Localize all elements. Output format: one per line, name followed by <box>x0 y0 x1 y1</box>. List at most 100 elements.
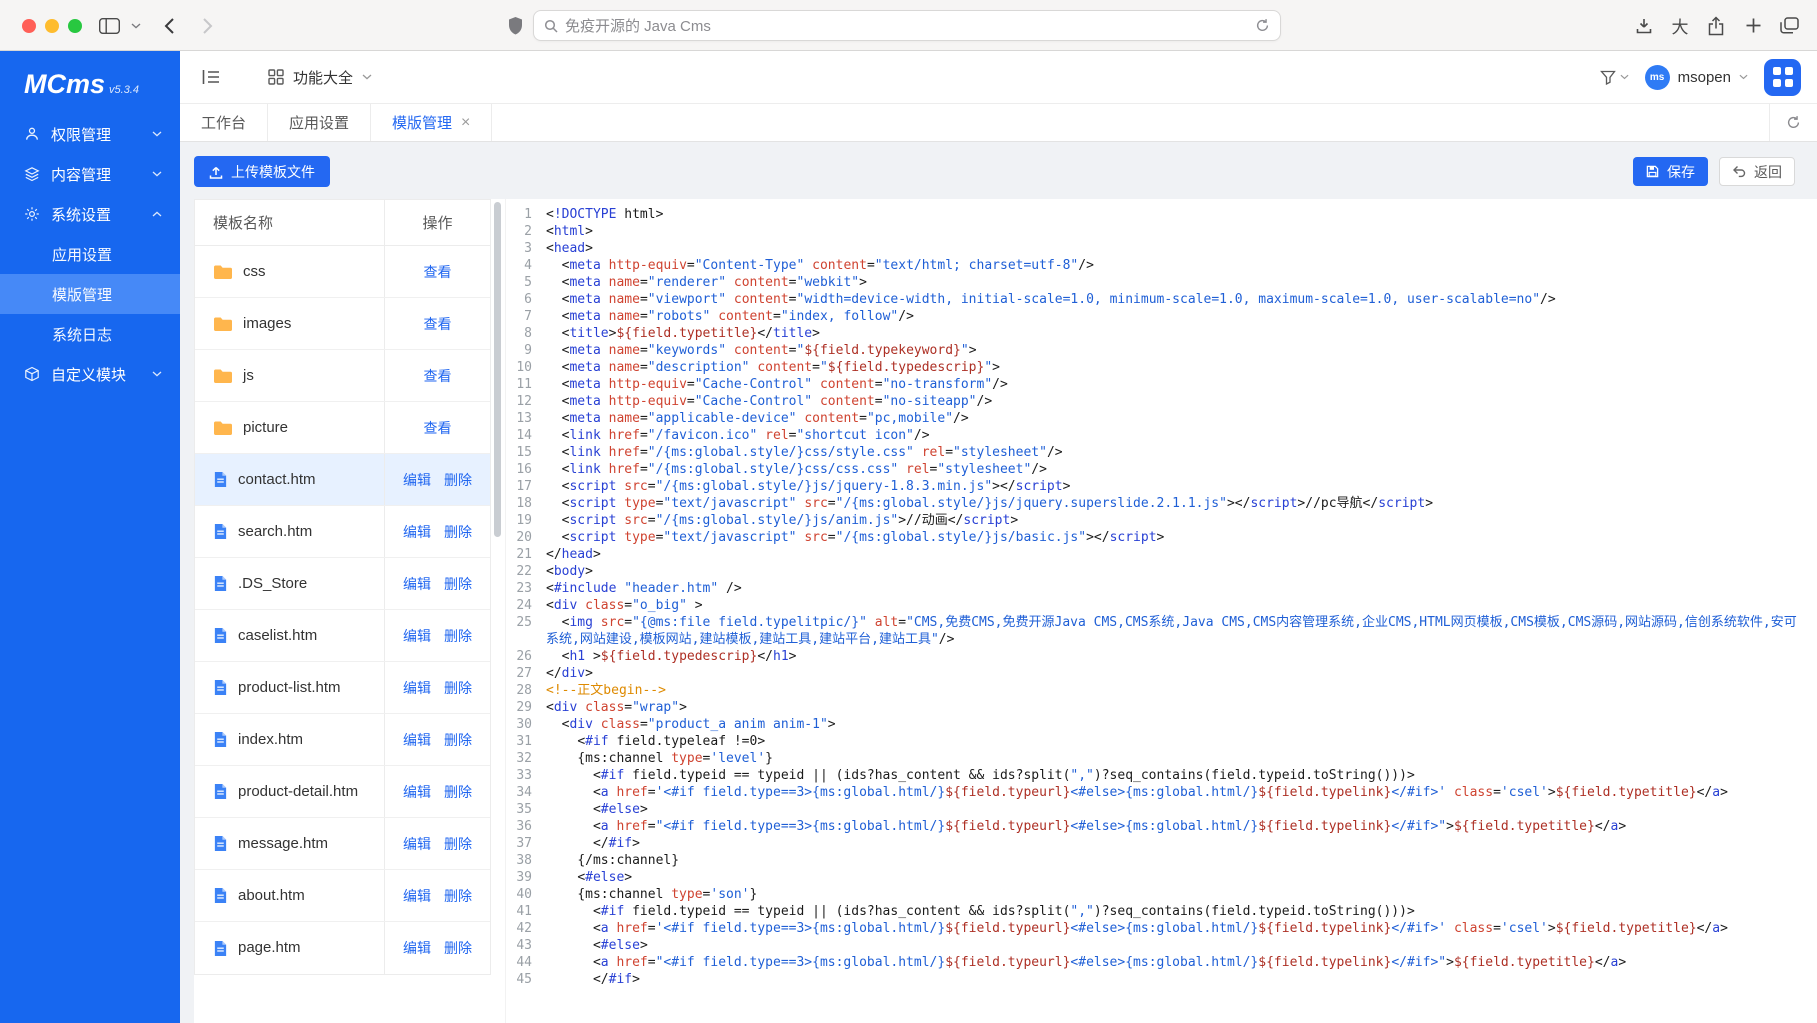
view-link[interactable]: 查看 <box>424 418 452 438</box>
table-row[interactable]: product-detail.htm编辑删除 <box>195 766 490 818</box>
code-line: <meta name="keywords" content="${field.t… <box>546 342 1817 359</box>
table-row[interactable]: css 查看 <box>195 246 490 298</box>
view-link[interactable]: 查看 <box>424 262 452 282</box>
tab-0[interactable]: 工作台 <box>180 104 268 141</box>
view-link[interactable]: 查看 <box>424 314 452 334</box>
table-row[interactable]: page.htm编辑删除 <box>195 922 490 974</box>
delete-link[interactable]: 删除 <box>444 574 472 594</box>
line-number: 45 <box>506 971 546 988</box>
table-row[interactable]: caselist.htm编辑删除 <box>195 610 490 662</box>
code-line: {ms:channel type='level'} <box>546 750 1817 767</box>
delete-link[interactable]: 删除 <box>444 886 472 906</box>
privacy-shield-icon[interactable] <box>503 0 527 51</box>
address-bar[interactable]: 免疫开源的 Java Cms <box>533 10 1281 41</box>
table-row[interactable]: about.htm编辑删除 <box>195 870 490 922</box>
filter-menu[interactable] <box>1600 70 1629 85</box>
share-icon[interactable] <box>1704 0 1728 51</box>
table-row[interactable]: search.htm编辑删除 <box>195 506 490 558</box>
reload-icon[interactable] <box>1255 18 1270 33</box>
code-editor[interactable]: 1<!DOCTYPE html>2<html>3<head>4 <meta ht… <box>505 199 1817 1023</box>
tabs-overview-icon[interactable] <box>1777 0 1801 51</box>
delete-link[interactable]: 删除 <box>444 470 472 490</box>
table-row[interactable]: js 查看 <box>195 350 490 402</box>
browser-window: 免疫开源的 Java Cms 大 MCms v5.3.4 权限管理内容管理系统设… <box>0 0 1817 1023</box>
tab-2[interactable]: 模版管理× <box>371 104 492 141</box>
feature-menu[interactable]: 功能大全 <box>268 67 372 88</box>
minimize-window-button[interactable] <box>45 19 59 33</box>
text-size-icon[interactable]: 大 <box>1668 0 1692 51</box>
edit-link[interactable]: 编辑 <box>403 886 431 906</box>
editor-line: 13 <meta name="applicable-device" conten… <box>506 410 1817 427</box>
delete-link[interactable]: 删除 <box>444 626 472 646</box>
close-icon[interactable]: × <box>461 115 470 131</box>
forward-icon[interactable] <box>196 0 218 51</box>
table-row[interactable]: contact.htm编辑删除 <box>195 454 490 506</box>
zoom-window-button[interactable] <box>68 19 82 33</box>
table-row[interactable]: images查看 <box>195 298 490 350</box>
code-line: <#else> <box>546 937 1817 954</box>
code-line: </head> <box>546 546 1817 563</box>
actions-cell: 编辑删除 <box>385 714 490 765</box>
filter-icon <box>1600 70 1616 85</box>
delete-link[interactable]: 删除 <box>444 730 472 750</box>
refresh-tab-icon[interactable] <box>1769 104 1817 141</box>
scrollbar-thumb[interactable] <box>494 202 501 537</box>
download-icon[interactable] <box>1632 0 1656 51</box>
collapse-sidebar-icon[interactable] <box>202 69 220 85</box>
code-line: <div class="wrap"> <box>546 699 1817 716</box>
sidebar-item-permission[interactable]: 权限管理 <box>0 114 180 154</box>
new-tab-icon[interactable] <box>1741 0 1765 51</box>
chevron-down-icon[interactable] <box>129 0 143 51</box>
user-menu[interactable]: ms msopen <box>1645 65 1748 90</box>
editor-line: 37 </#if> <box>506 835 1817 852</box>
tab-label: 应用设置 <box>289 112 349 133</box>
edit-link[interactable]: 编辑 <box>403 522 431 542</box>
editor-line: 29<div class="wrap"> <box>506 699 1817 716</box>
line-number: 44 <box>506 954 546 971</box>
code-line: <#else> <box>546 801 1817 818</box>
line-number: 36 <box>506 818 546 835</box>
edit-link[interactable]: 编辑 <box>403 574 431 594</box>
table-row[interactable]: index.htm编辑删除 <box>195 714 490 766</box>
edit-link[interactable]: 编辑 <box>403 678 431 698</box>
sidebar-subitem-2-1[interactable]: 模版管理 <box>0 274 180 314</box>
sidebar-item-module[interactable]: 自定义模块 <box>0 354 180 394</box>
sidebar-item-content[interactable]: 内容管理 <box>0 154 180 194</box>
edit-link[interactable]: 编辑 <box>403 730 431 750</box>
sidebar-item-settings[interactable]: 系统设置 <box>0 194 180 234</box>
name-cell: css <box>195 246 385 297</box>
actions-cell: 查看 <box>385 298 490 349</box>
edit-link[interactable]: 编辑 <box>403 470 431 490</box>
delete-link[interactable]: 删除 <box>444 782 472 802</box>
sidebar-item-label: 系统设置 <box>51 204 141 225</box>
delete-link[interactable]: 删除 <box>444 678 472 698</box>
folder-icon <box>213 368 233 384</box>
edit-link[interactable]: 编辑 <box>403 834 431 854</box>
close-window-button[interactable] <box>22 19 36 33</box>
delete-link[interactable]: 删除 <box>444 834 472 854</box>
table-row[interactable]: message.htm 编辑删除 <box>195 818 490 870</box>
delete-link[interactable]: 删除 <box>444 522 472 542</box>
table-row[interactable]: picture查看 <box>195 402 490 454</box>
edit-link[interactable]: 编辑 <box>403 938 431 958</box>
view-link[interactable]: 查看 <box>424 366 452 386</box>
name-cell: message.htm <box>195 818 385 869</box>
sidebar-subitem-2-0[interactable]: 应用设置 <box>0 234 180 274</box>
back-icon[interactable] <box>158 0 180 51</box>
editor-line: 20 <script type="text/javascript" src="/… <box>506 529 1817 546</box>
code-line: <#else> <box>546 869 1817 886</box>
edit-link[interactable]: 编辑 <box>403 626 431 646</box>
back-button[interactable]: 返回 <box>1719 157 1795 186</box>
tab-1[interactable]: 应用设置 <box>268 104 371 141</box>
table-row[interactable]: product-list.htm编辑删除 <box>195 662 490 714</box>
upload-template-button[interactable]: 上传模板文件 <box>194 156 330 187</box>
apps-grid-button[interactable] <box>1764 59 1801 96</box>
table-row[interactable]: .DS_Store编辑删除 <box>195 558 490 610</box>
sidebar-toggle-icon[interactable] <box>95 0 123 51</box>
editor-line: 45 </#if> <box>506 971 1817 988</box>
sidebar-subitem-2-2[interactable]: 系统日志 <box>0 314 180 354</box>
delete-link[interactable]: 删除 <box>444 938 472 958</box>
save-button[interactable]: 保存 <box>1633 157 1708 186</box>
edit-link[interactable]: 编辑 <box>403 782 431 802</box>
file-name: js <box>243 366 254 386</box>
